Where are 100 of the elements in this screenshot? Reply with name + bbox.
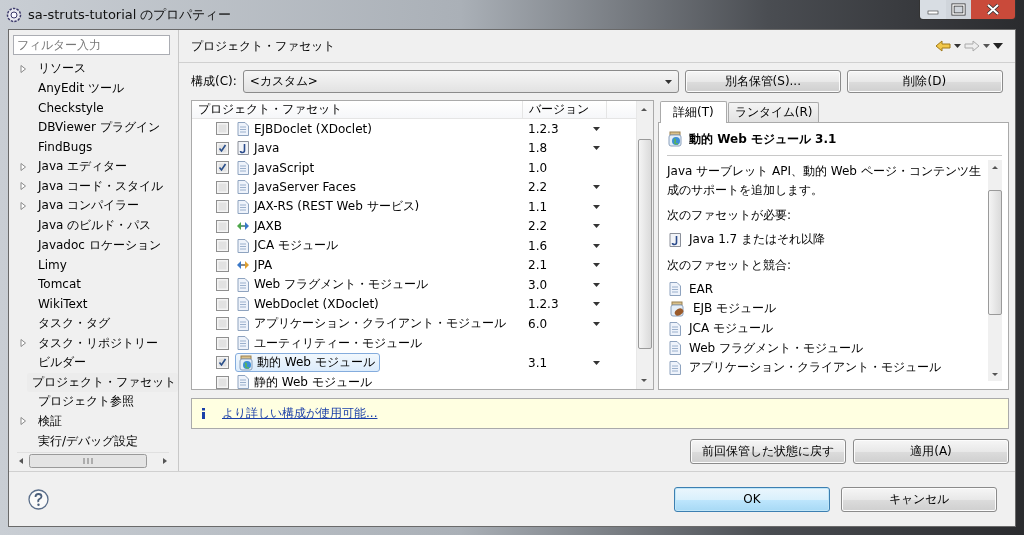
version-value[interactable]: 3.0 bbox=[528, 277, 548, 292]
facet-name[interactable]: JavaServer Faces bbox=[254, 180, 356, 195]
facet-name[interactable]: WebDoclet (XDoclet) bbox=[254, 297, 379, 312]
sidebar-item[interactable]: Limy bbox=[36, 256, 69, 273]
view-menu-icon[interactable] bbox=[993, 43, 1003, 49]
sidebar-item[interactable]: Checkstyle bbox=[36, 100, 106, 116]
close-icon[interactable] bbox=[971, 0, 1015, 19]
expand-arrow-icon[interactable] bbox=[18, 338, 28, 349]
dropdown-arrow-icon[interactable] bbox=[664, 79, 672, 84]
scrollbar-thumb[interactable] bbox=[28, 454, 148, 468]
sidebar-item[interactable]: タスク・リポジトリー bbox=[36, 333, 160, 353]
checkbox[interactable] bbox=[216, 278, 229, 292]
version-value[interactable]: 1.8 bbox=[528, 141, 548, 156]
dropdown-arrow-icon[interactable] bbox=[593, 282, 600, 287]
sidebar-item[interactable]: プロジェクト・ファセット bbox=[27, 372, 178, 392]
sidebar-item[interactable]: WikiText bbox=[36, 295, 90, 312]
action-button[interactable]: 適用(A) bbox=[853, 439, 1009, 464]
sidebar-item[interactable]: DBViewer プラグイン bbox=[36, 118, 162, 138]
dropdown-arrow-icon[interactable] bbox=[593, 185, 600, 190]
version-value[interactable]: 2.1 bbox=[528, 258, 548, 273]
checkbox[interactable] bbox=[216, 200, 229, 214]
dropdown-arrow-icon[interactable] bbox=[593, 321, 600, 326]
dropdown-arrow-icon[interactable] bbox=[593, 146, 600, 151]
expand-arrow-icon[interactable] bbox=[18, 416, 28, 427]
dropdown-arrow-icon[interactable] bbox=[593, 243, 600, 248]
facet-name[interactable]: アプリケーション・クライアント・モジュール bbox=[254, 315, 506, 333]
version-value[interactable]: 6.0 bbox=[528, 316, 548, 331]
checkbox[interactable] bbox=[216, 317, 229, 331]
help-icon[interactable] bbox=[28, 488, 49, 510]
checkbox[interactable] bbox=[216, 356, 229, 370]
sidebar-item[interactable]: Javadoc ロケーション bbox=[36, 235, 163, 255]
more-configurations-link[interactable]: より詳しい構成が使用可能... bbox=[222, 405, 378, 422]
sidebar-item[interactable]: プロジェクト参照 bbox=[36, 392, 136, 412]
expand-arrow-icon[interactable] bbox=[18, 63, 28, 74]
version-value[interactable]: 1.1 bbox=[528, 199, 548, 214]
maximize-icon[interactable] bbox=[946, 0, 971, 19]
checkbox[interactable] bbox=[216, 336, 229, 350]
sidebar-item[interactable]: ビルダー bbox=[36, 353, 88, 373]
sidebar-item[interactable]: リソース bbox=[36, 59, 88, 79]
configuration-button[interactable]: 別名保管(S)... bbox=[684, 70, 841, 93]
checkbox[interactable] bbox=[216, 161, 229, 175]
sidebar-item[interactable]: 実行/デバッグ設定 bbox=[36, 431, 141, 451]
version-value[interactable]: 1.6 bbox=[528, 238, 548, 253]
configuration-button[interactable]: 削除(D) bbox=[846, 70, 1003, 93]
sidebar-item[interactable]: Java エディター bbox=[36, 157, 130, 177]
expand-arrow-icon[interactable] bbox=[18, 181, 28, 192]
configuration-dropdown[interactable]: <カスタム> bbox=[242, 70, 679, 93]
action-button[interactable]: 前回保管した状態に戻す bbox=[690, 439, 846, 464]
facet-name[interactable]: JPA bbox=[254, 258, 273, 273]
version-value[interactable]: 2.2 bbox=[528, 219, 548, 234]
sidebar-item[interactable]: Tomcat bbox=[36, 276, 83, 293]
version-value[interactable]: 3.1 bbox=[528, 355, 548, 370]
version-value[interactable]: 1.2.3 bbox=[528, 121, 559, 136]
sidebar-item[interactable]: Java のビルド・パス bbox=[36, 216, 154, 236]
sidebar-item[interactable]: Java コード・スタイル bbox=[36, 176, 166, 196]
column-header[interactable]: バージョン bbox=[523, 101, 607, 118]
scroll-right-icon[interactable] bbox=[161, 457, 169, 465]
facet-name[interactable]: JavaScript bbox=[254, 160, 315, 175]
expand-arrow-icon[interactable] bbox=[18, 200, 28, 211]
dialog-button[interactable]: キャンセル bbox=[841, 486, 997, 512]
version-value[interactable]: 1.0 bbox=[528, 160, 548, 175]
dropdown-arrow-icon[interactable] bbox=[983, 44, 990, 48]
checkbox[interactable] bbox=[216, 180, 229, 194]
filter-field[interactable]: フィルター入力 bbox=[13, 35, 170, 55]
dropdown-arrow-icon[interactable] bbox=[593, 224, 600, 229]
sidebar-item[interactable]: 検証 bbox=[36, 412, 64, 431]
tab[interactable]: ランタイム(R) bbox=[727, 102, 820, 122]
scroll-left-icon[interactable] bbox=[17, 457, 25, 465]
facet-name[interactable]: JAXB bbox=[254, 219, 282, 234]
dropdown-arrow-icon[interactable] bbox=[954, 44, 961, 48]
version-value[interactable]: 2.2 bbox=[528, 180, 548, 195]
version-value[interactable]: 1.2.3 bbox=[528, 297, 559, 312]
facet-name[interactable]: Web フラグメント・モジュール bbox=[254, 276, 428, 294]
dropdown-arrow-icon[interactable] bbox=[593, 204, 600, 209]
column-header[interactable]: プロジェクト・ファセット bbox=[192, 101, 523, 118]
expand-arrow-icon[interactable] bbox=[18, 161, 28, 172]
checkbox[interactable] bbox=[216, 375, 229, 389]
sidebar-item[interactable]: AnyEdit ツール bbox=[36, 78, 126, 98]
tab[interactable]: 詳細(T) bbox=[660, 101, 727, 123]
checkbox[interactable] bbox=[216, 297, 229, 311]
dialog-button[interactable]: OK bbox=[674, 486, 830, 512]
facet-name[interactable]: 静的 Web モジュール bbox=[254, 373, 372, 389]
facet-name[interactable]: JCA モジュール bbox=[254, 237, 338, 255]
vertical-scrollbar[interactable] bbox=[636, 101, 653, 389]
checkbox[interactable] bbox=[216, 141, 229, 155]
checkbox[interactable] bbox=[216, 219, 229, 233]
vertical-scrollbar[interactable] bbox=[988, 160, 1002, 381]
facet-name[interactable]: Java bbox=[254, 141, 280, 156]
sidebar-item[interactable]: FindBugs bbox=[36, 139, 95, 156]
sidebar-item[interactable]: Java コンパイラー bbox=[36, 196, 142, 216]
dropdown-arrow-icon[interactable] bbox=[593, 360, 600, 365]
facet-name[interactable]: JAX-RS (REST Web サービス) bbox=[254, 198, 420, 216]
dropdown-arrow-icon[interactable] bbox=[593, 126, 600, 131]
sidebar-item[interactable]: タスク・タグ bbox=[36, 314, 112, 333]
facet-name[interactable]: ユーティリティー・モジュール bbox=[254, 334, 422, 352]
dropdown-arrow-icon[interactable] bbox=[593, 302, 600, 307]
facet-name[interactable]: EJBDoclet (XDoclet) bbox=[254, 121, 372, 136]
facet-name[interactable]: 動的 Web モジュール bbox=[235, 353, 380, 373]
checkbox[interactable] bbox=[216, 122, 229, 136]
dropdown-arrow-icon[interactable] bbox=[593, 263, 600, 268]
